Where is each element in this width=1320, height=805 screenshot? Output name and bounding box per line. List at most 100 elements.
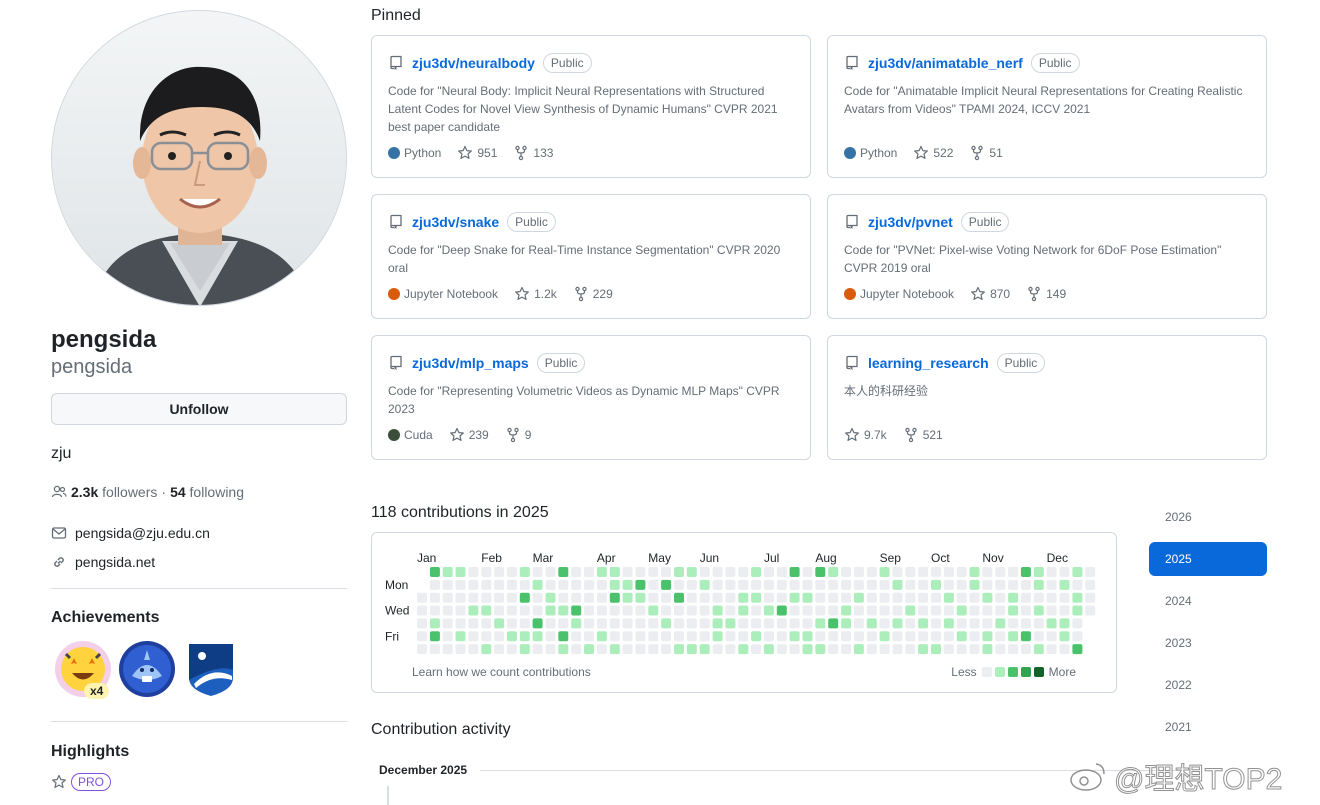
contribution-day[interactable] bbox=[494, 579, 505, 590]
contribution-day[interactable] bbox=[763, 592, 774, 603]
contribution-day[interactable] bbox=[1059, 631, 1070, 642]
repo-stars[interactable]: 9.7k bbox=[844, 427, 887, 443]
contribution-day[interactable] bbox=[879, 618, 890, 629]
contribution-day[interactable] bbox=[1008, 605, 1019, 616]
contribution-day[interactable] bbox=[725, 631, 736, 642]
contribution-day[interactable] bbox=[468, 592, 479, 603]
contribution-day[interactable] bbox=[455, 592, 466, 603]
contribution-day[interactable] bbox=[763, 605, 774, 616]
contribution-day[interactable] bbox=[1020, 605, 1031, 616]
contribution-day[interactable] bbox=[635, 618, 646, 629]
contribution-day[interactable] bbox=[1008, 579, 1019, 590]
contribution-day[interactable] bbox=[609, 579, 620, 590]
contribution-day[interactable] bbox=[763, 644, 774, 655]
contribution-day[interactable] bbox=[558, 567, 569, 577]
contribution-day[interactable] bbox=[699, 644, 710, 655]
contribution-day[interactable] bbox=[918, 631, 929, 642]
contribution-day[interactable] bbox=[905, 605, 916, 616]
contribution-day[interactable] bbox=[725, 592, 736, 603]
contribution-day[interactable] bbox=[1072, 567, 1083, 577]
contribution-day[interactable] bbox=[1033, 631, 1044, 642]
contribution-day[interactable] bbox=[622, 618, 633, 629]
unfollow-button[interactable]: Unfollow bbox=[51, 393, 347, 425]
contribution-day[interactable] bbox=[828, 631, 839, 642]
contribution-day[interactable] bbox=[763, 579, 774, 590]
contribution-day[interactable] bbox=[417, 605, 427, 616]
contribution-day[interactable] bbox=[1072, 592, 1083, 603]
contribution-day[interactable] bbox=[995, 605, 1006, 616]
contribution-day[interactable] bbox=[417, 592, 427, 603]
contribution-day[interactable] bbox=[969, 605, 980, 616]
contribution-day[interactable] bbox=[866, 644, 877, 655]
contribution-day[interactable] bbox=[494, 567, 505, 577]
contribution-day[interactable] bbox=[712, 567, 723, 577]
contribution-day[interactable] bbox=[918, 618, 929, 629]
contribution-day[interactable] bbox=[725, 605, 736, 616]
contribution-day[interactable] bbox=[648, 631, 659, 642]
contribution-day[interactable] bbox=[506, 631, 517, 642]
contribution-day[interactable] bbox=[442, 644, 453, 655]
contribution-day[interactable] bbox=[468, 567, 479, 577]
contribution-day[interactable] bbox=[841, 605, 852, 616]
contribution-day[interactable] bbox=[1020, 592, 1031, 603]
contribution-day[interactable] bbox=[481, 631, 492, 642]
contribution-day[interactable] bbox=[661, 631, 672, 642]
contribution-day[interactable] bbox=[519, 644, 530, 655]
repo-forks[interactable]: 521 bbox=[903, 427, 943, 443]
contribution-day[interactable] bbox=[1046, 631, 1057, 642]
contribution-day[interactable] bbox=[532, 579, 543, 590]
contribution-day[interactable] bbox=[417, 618, 427, 629]
contribution-day[interactable] bbox=[609, 605, 620, 616]
contribution-day[interactable] bbox=[943, 631, 954, 642]
contribution-day[interactable] bbox=[442, 605, 453, 616]
contribution-day[interactable] bbox=[686, 592, 697, 603]
contribution-day[interactable] bbox=[853, 618, 864, 629]
contribution-day[interactable] bbox=[751, 618, 762, 629]
contribution-day[interactable] bbox=[1059, 592, 1070, 603]
repo-link[interactable]: zju3dv/neuralbody bbox=[412, 55, 535, 71]
contribution-day[interactable] bbox=[956, 605, 967, 616]
contribution-day[interactable] bbox=[738, 579, 749, 590]
contribution-day[interactable] bbox=[879, 631, 890, 642]
avatar[interactable] bbox=[51, 10, 347, 306]
contribution-day[interactable] bbox=[841, 631, 852, 642]
contribution-day[interactable] bbox=[1059, 567, 1070, 577]
contribution-day[interactable] bbox=[455, 618, 466, 629]
contribution-day[interactable] bbox=[982, 618, 993, 629]
contribution-day[interactable] bbox=[1085, 567, 1096, 577]
repo-link[interactable]: zju3dv/animatable_nerf bbox=[868, 55, 1023, 71]
contribution-day[interactable] bbox=[674, 605, 684, 616]
contribution-day[interactable] bbox=[661, 579, 672, 590]
contribution-day[interactable] bbox=[648, 567, 659, 577]
contribution-day[interactable] bbox=[763, 618, 774, 629]
contribution-day[interactable] bbox=[738, 567, 749, 577]
contribution-day[interactable] bbox=[1033, 592, 1044, 603]
website-link[interactable]: pengsida.net bbox=[75, 554, 155, 570]
contribution-day[interactable] bbox=[969, 592, 980, 603]
contribution-day[interactable] bbox=[918, 567, 929, 577]
contribution-day[interactable] bbox=[519, 605, 530, 616]
contribution-day[interactable] bbox=[866, 567, 877, 577]
contribution-day[interactable] bbox=[545, 579, 556, 590]
contribution-day[interactable] bbox=[558, 644, 569, 655]
contribution-day[interactable] bbox=[442, 631, 453, 642]
contribution-day[interactable] bbox=[892, 605, 903, 616]
contribution-day[interactable] bbox=[776, 579, 787, 590]
contribution-day[interactable] bbox=[841, 592, 852, 603]
contribution-day[interactable] bbox=[686, 605, 697, 616]
achievement-badge[interactable] bbox=[182, 640, 240, 698]
learn-contributions-link[interactable]: Learn how we count contributions bbox=[412, 665, 591, 679]
contribution-day[interactable] bbox=[622, 567, 633, 577]
contribution-day[interactable] bbox=[455, 631, 466, 642]
contribution-day[interactable] bbox=[892, 644, 903, 655]
contribution-day[interactable] bbox=[725, 579, 736, 590]
contribution-day[interactable] bbox=[969, 567, 980, 577]
contribution-day[interactable] bbox=[892, 567, 903, 577]
contribution-day[interactable] bbox=[892, 579, 903, 590]
contribution-day[interactable] bbox=[751, 567, 762, 577]
contribution-day[interactable] bbox=[853, 605, 864, 616]
contribution-day[interactable] bbox=[956, 618, 967, 629]
contribution-day[interactable] bbox=[1072, 579, 1083, 590]
contribution-day[interactable] bbox=[429, 618, 440, 629]
contribution-day[interactable] bbox=[1020, 567, 1031, 577]
